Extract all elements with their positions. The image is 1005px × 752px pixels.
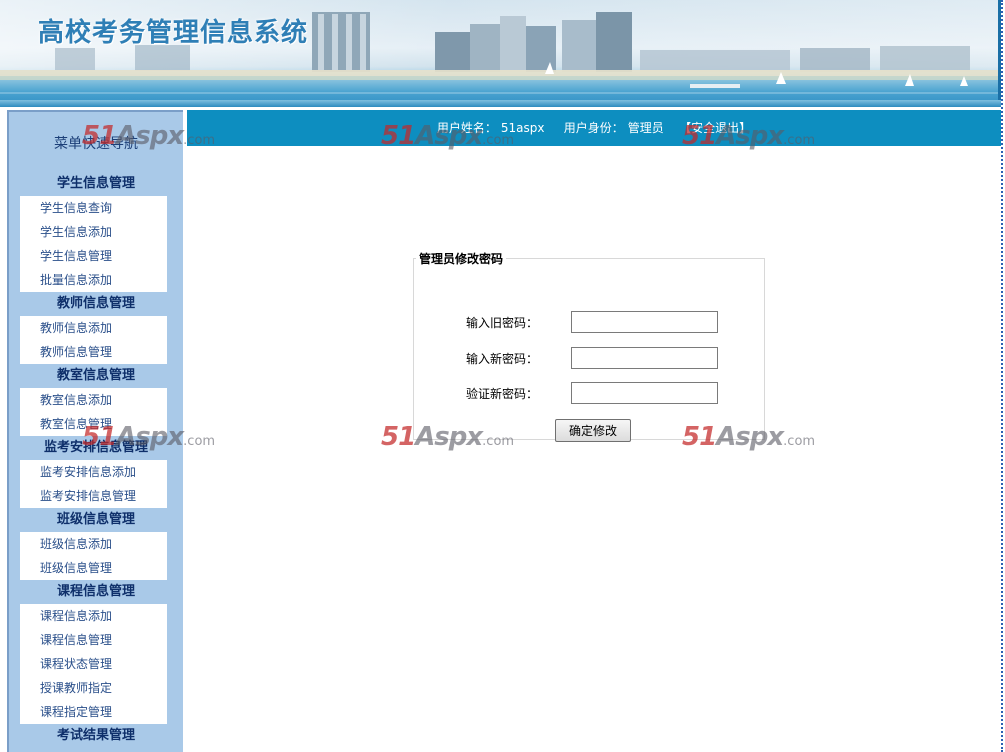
user-info: 用户姓名： 51aspx 用户身份： 管理员 【安全退出】 (187, 110, 1001, 146)
sidebar-item[interactable]: 班级信息管理 (20, 556, 167, 580)
new-password-input[interactable] (571, 347, 718, 369)
confirm-password-row: 验证新密码： (414, 382, 766, 406)
sidebar-item[interactable]: 教师信息管理 (20, 340, 167, 364)
sidebar-item[interactable]: 课程信息管理 (20, 628, 167, 652)
role-value: 管理员 (627, 121, 664, 135)
sidebar-category-items: 教师信息添加 教师信息管理 (20, 316, 167, 364)
old-password-label: 输入旧密码： (465, 316, 538, 330)
sidebar-menu: 菜单快速导航 学生信息管理 学生信息查询 学生信息添加 学生信息管理 批量信息添加 教师信… (7, 110, 183, 752)
sidebar-item[interactable]: 批量信息添加 (20, 268, 167, 292)
sidebar-category-items: 课程信息添加 课程信息管理 课程状态管理 授课教师指定 课程指定管理 (20, 604, 167, 724)
submit-button[interactable]: 确定修改 (555, 419, 631, 442)
sidebar-item[interactable]: 教室信息添加 (20, 388, 167, 412)
sidebar-item[interactable]: 课程信息添加 (20, 604, 167, 628)
sidebar-categories: 学生信息管理 学生信息查询 学生信息添加 学生信息管理 批量信息添加 教师信息管理 教师信息… (9, 172, 183, 748)
sidebar-item[interactable]: 教师信息添加 (20, 316, 167, 340)
sidebar-item[interactable]: 监考安排信息添加 (20, 460, 167, 484)
sidebar-item[interactable]: 学生信息管理 (20, 244, 167, 268)
sidebar-category-items: 班级信息添加 班级信息管理 (20, 532, 167, 580)
sidebar-menu-title: 菜单快速导航 (54, 136, 138, 152)
sidebar-category-title[interactable]: 学生信息管理 (9, 172, 183, 196)
change-password-form: 管理员修改密码 输入旧密码： 输入新密码： 验证新密码： 确定修改 (413, 250, 766, 442)
sidebar-category-title[interactable]: 教室信息管理 (9, 364, 183, 388)
confirm-password-input[interactable] (571, 382, 718, 404)
sidebar-item[interactable]: 学生信息查询 (20, 196, 167, 220)
confirm-password-label: 验证新密码： (465, 387, 538, 401)
sidebar-category-items: 教室信息添加 教室信息管理 (20, 388, 167, 436)
sidebar-item[interactable]: 教室信息管理 (20, 412, 167, 436)
sidebar-category-title[interactable]: 课程信息管理 (9, 580, 183, 604)
sidebar-category-title[interactable]: 教师信息管理 (9, 292, 183, 316)
username-value: 51aspx (500, 121, 545, 135)
sidebar-item[interactable]: 课程指定管理 (20, 700, 167, 724)
username-label: 用户姓名： (436, 121, 497, 135)
banner-bottom-strip (0, 100, 1001, 107)
header-banner: 高校考务管理信息系统 (0, 0, 1001, 107)
old-password-row: 输入旧密码： (414, 311, 766, 335)
sidebar-item[interactable]: 授课教师指定 (20, 676, 167, 700)
sidebar-item[interactable]: 监考安排信息管理 (20, 484, 167, 508)
page-right-dotted-border (1001, 0, 1003, 752)
old-password-input[interactable] (571, 311, 718, 333)
new-password-label: 输入新密码： (465, 352, 538, 366)
sidebar-category-title[interactable]: 班级信息管理 (9, 508, 183, 532)
sidebar-category-items: 学生信息查询 学生信息添加 学生信息管理 批量信息添加 (20, 196, 167, 292)
sidebar-category-title[interactable]: 考试结果管理 (9, 724, 183, 748)
logout-link[interactable]: 【安全退出】 (679, 121, 751, 135)
form-legend: 管理员修改密码 (419, 252, 504, 266)
sidebar-item[interactable]: 学生信息添加 (20, 220, 167, 244)
role-label: 用户身份： (563, 121, 624, 135)
sidebar-item[interactable]: 课程状态管理 (20, 652, 167, 676)
user-info-bar: 用户姓名： 51aspx 用户身份： 管理员 【安全退出】 (187, 110, 1001, 146)
system-title: 高校考务管理信息系统 (38, 18, 309, 48)
new-password-row: 输入新密码： (414, 347, 766, 371)
sidebar-category-items: 监考安排信息添加 监考安排信息管理 (20, 460, 167, 508)
sidebar-category-title[interactable]: 监考安排信息管理 (9, 436, 183, 460)
sidebar-item[interactable]: 班级信息添加 (20, 532, 167, 556)
